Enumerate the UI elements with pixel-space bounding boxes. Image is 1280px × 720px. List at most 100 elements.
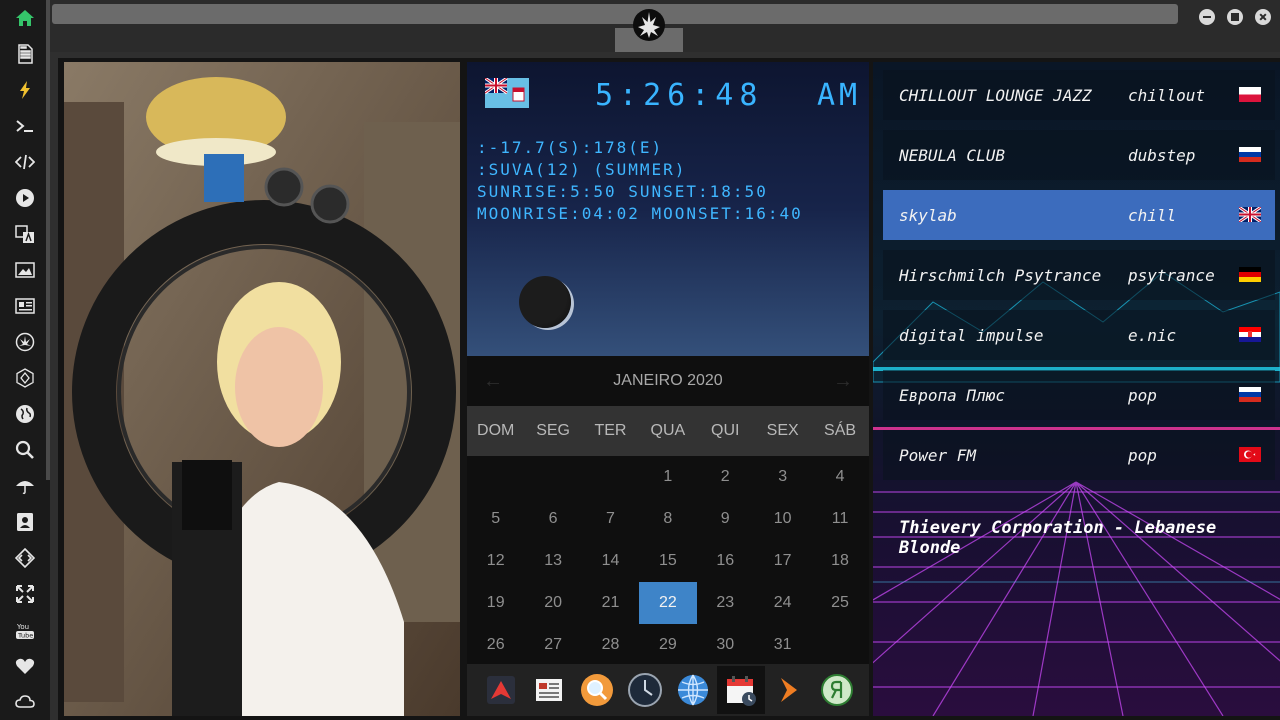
calendar-day[interactable]: 8 — [639, 498, 696, 540]
calendar-week: 1 2 3 4 — [467, 456, 869, 498]
calendar-day[interactable]: 11 — [811, 498, 868, 540]
russia-flag-icon — [1239, 387, 1261, 402]
rebel-icon[interactable] — [0, 324, 50, 360]
calendar-day[interactable]: 1 — [639, 456, 696, 498]
calendar-day[interactable]: 2 — [697, 456, 754, 498]
station-name: CHILLOUT LOUNGE JAZZ — [899, 85, 1092, 105]
sidebar-scroll-track[interactable] — [46, 0, 50, 480]
croatia-flag-icon — [1239, 327, 1261, 342]
station-genre: chillout — [1128, 85, 1206, 105]
calendar-day[interactable]: 26 — [467, 624, 524, 666]
station-row[interactable]: Power FM pop — [883, 430, 1275, 480]
station-row[interactable]: digital impulse e.nic — [883, 310, 1275, 360]
maximize-button[interactable] — [1227, 9, 1243, 25]
calendar-day[interactable]: 17 — [754, 540, 811, 582]
umbrella-icon[interactable] — [0, 468, 50, 504]
diamond-code-icon[interactable] — [0, 540, 50, 576]
calendar-day[interactable]: 13 — [524, 540, 581, 582]
station-name: Европа Плюс — [899, 385, 1005, 405]
close-button[interactable] — [1255, 9, 1271, 25]
station-row[interactable]: Hirschmilch Psytrance psytrance — [883, 250, 1275, 300]
calendar-week: 5 6 7 8 9 10 11 — [467, 498, 869, 540]
document-icon[interactable] — [0, 36, 50, 72]
calendar-day[interactable]: 12 — [467, 540, 524, 582]
calendar-day[interactable]: 10 — [754, 498, 811, 540]
heart-icon[interactable] — [0, 648, 50, 684]
calendar-day[interactable]: 30 — [697, 624, 754, 666]
calendar-day[interactable]: 31 — [754, 624, 811, 666]
calendar-day[interactable]: 24 — [754, 582, 811, 624]
image-icon[interactable] — [0, 252, 50, 288]
calendar-day[interactable]: 23 — [697, 582, 754, 624]
rebel-emblem-tab[interactable] — [615, 0, 683, 52]
calendar-day[interactable]: 3 — [754, 456, 811, 498]
weekday-label: TER — [594, 422, 627, 439]
cloud-icon[interactable] — [0, 684, 50, 720]
calendar-day[interactable]: 9 — [697, 498, 754, 540]
globe-icon[interactable] — [0, 396, 50, 432]
search-icon[interactable] — [0, 432, 50, 468]
arrow-app-icon[interactable] — [483, 672, 519, 708]
calendar-day[interactable]: 15 — [639, 540, 696, 582]
code-icon[interactable] — [0, 144, 50, 180]
turkey-flag-icon — [1239, 447, 1261, 462]
station-name: Power FM — [899, 445, 977, 465]
calendar-day[interactable] — [524, 456, 581, 498]
contact-icon[interactable] — [0, 504, 50, 540]
forward-app-icon[interactable] — [771, 672, 807, 708]
calendar-day[interactable]: 7 — [582, 498, 639, 540]
calendar-day[interactable]: 14 — [582, 540, 639, 582]
hexagon-icon[interactable] — [0, 360, 50, 396]
news-app-icon[interactable] — [531, 672, 567, 708]
calendar-day[interactable] — [811, 624, 868, 666]
calendar-day[interactable]: 27 — [524, 624, 581, 666]
play-icon[interactable] — [0, 180, 50, 216]
calendar-day[interactable]: 16 — [697, 540, 754, 582]
terminal-icon[interactable] — [0, 108, 50, 144]
youtube-icon[interactable]: You Tube — [0, 612, 50, 648]
calendar-day[interactable]: 25 — [811, 582, 868, 624]
translate-icon[interactable] — [0, 216, 50, 252]
station-row-selected[interactable]: skylab chill — [883, 190, 1275, 240]
expand-icon[interactable] — [0, 576, 50, 612]
photo-widget[interactable] — [64, 62, 460, 716]
previous-month-icon[interactable]: ← — [483, 370, 503, 393]
yandex-app-icon[interactable] — [819, 672, 855, 708]
calendar-app-icon[interactable] — [717, 666, 765, 714]
calendar-day[interactable]: 5 — [467, 498, 524, 540]
calendar-week: 12 13 14 15 16 17 18 — [467, 540, 869, 582]
calendar-month-label: JANEIRO 2020 — [613, 372, 723, 389]
minimize-button[interactable] — [1199, 9, 1215, 25]
station-genre: pop — [1128, 445, 1157, 465]
next-month-icon[interactable]: → — [833, 370, 853, 393]
calendar-day[interactable] — [582, 456, 639, 498]
calendar-day-today[interactable]: 22 — [639, 582, 697, 624]
clock-coordinates: :-17.7(S):178(E) — [477, 138, 664, 157]
station-row[interactable]: CHILLOUT LOUNGE JAZZ chillout — [883, 70, 1275, 120]
calendar-weekdays: DOM SEG TER QUA QUI SEX SÁB — [467, 406, 869, 456]
calendar-day[interactable]: 20 — [524, 582, 581, 624]
rebel-alliance-icon — [633, 9, 665, 41]
magnifier-app-icon[interactable] — [579, 672, 615, 708]
calendar-day[interactable]: 19 — [467, 582, 524, 624]
station-genre: dubstep — [1128, 145, 1196, 165]
calendar-day[interactable]: 28 — [582, 624, 639, 666]
calendar-day[interactable]: 29 — [639, 624, 696, 666]
uk-flag-icon — [1239, 207, 1261, 222]
clock-app-icon[interactable] — [627, 672, 663, 708]
station-name: skylab — [899, 205, 957, 225]
calendar-day[interactable]: 21 — [582, 582, 639, 624]
newspaper-icon[interactable] — [0, 288, 50, 324]
calendar-day[interactable]: 6 — [524, 498, 581, 540]
calendar-day[interactable] — [467, 456, 524, 498]
lightning-icon[interactable] — [0, 72, 50, 108]
globe-app-icon[interactable] — [675, 672, 711, 708]
home-icon[interactable] — [0, 0, 50, 36]
station-row[interactable]: NEBULA CLUB dubstep — [883, 130, 1275, 180]
calendar-header: ← JANEIRO 2020 → — [467, 356, 869, 406]
weekday-label: QUA — [650, 422, 686, 439]
calendar-day[interactable]: 18 — [811, 540, 868, 582]
station-row[interactable]: Европа Плюс pop — [883, 370, 1275, 420]
station-genre: psytrance — [1128, 265, 1215, 285]
calendar-day[interactable]: 4 — [811, 456, 868, 498]
